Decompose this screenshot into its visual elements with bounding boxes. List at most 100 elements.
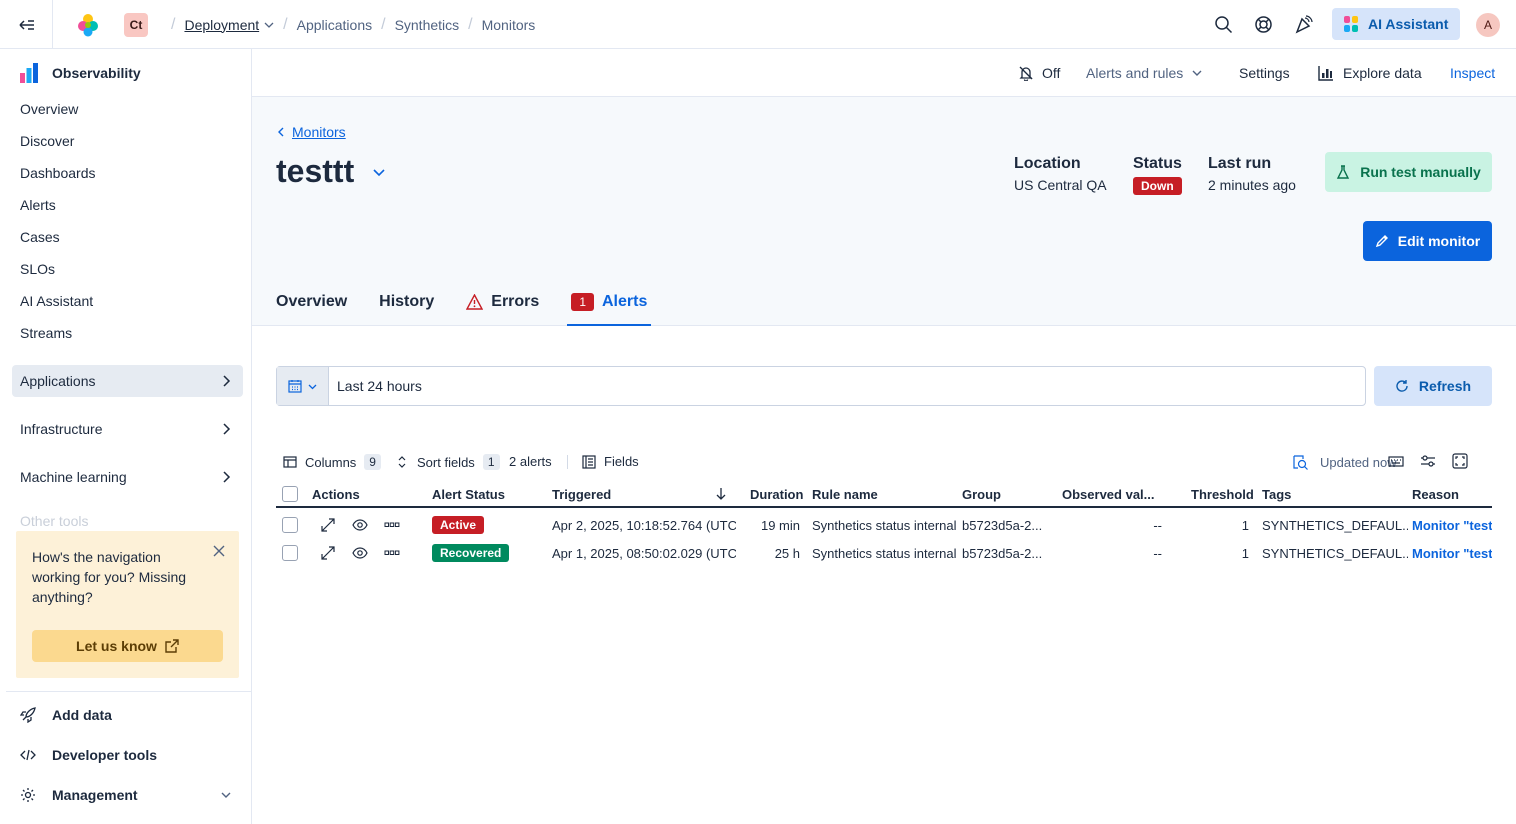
chevron-right-icon <box>223 423 231 435</box>
sidebar-item-overview[interactable]: Overview <box>20 101 78 117</box>
header-triggered[interactable]: Triggered <box>552 480 611 508</box>
sort-fields-button[interactable]: Sort fields 1 <box>395 454 500 470</box>
fields-button[interactable]: Fields <box>582 454 639 469</box>
tags-cell: SYNTHETICS_DEFAUL... <box>1262 517 1408 533</box>
expand-icon[interactable] <box>320 511 336 539</box>
inspect-link[interactable]: Inspect <box>1450 49 1495 97</box>
management-label: Management <box>52 787 138 803</box>
header-duration[interactable]: Duration <box>750 480 803 508</box>
expand-icon[interactable] <box>320 539 336 567</box>
elastic-logo-icon[interactable] <box>76 13 100 37</box>
more-actions-icon[interactable] <box>384 511 400 539</box>
header-tags[interactable]: Tags <box>1262 480 1291 508</box>
tab-alerts[interactable]: 1 Alerts <box>567 293 652 326</box>
rocket-icon <box>20 707 36 723</box>
search-icon[interactable] <box>1214 15 1233 34</box>
header-alert-status[interactable]: Alert Status <box>432 480 505 508</box>
refresh-label: Refresh <box>1418 378 1472 394</box>
tab-history[interactable]: History <box>379 293 434 326</box>
ai-assistant-button[interactable]: AI Assistant <box>1332 8 1460 40</box>
select-all-checkbox[interactable] <box>282 480 298 508</box>
user-avatar[interactable]: A <box>1476 13 1500 37</box>
row-checkbox[interactable] <box>282 539 298 567</box>
reason-link[interactable]: Monitor "testt <box>1412 539 1492 567</box>
back-to-monitors-link[interactable]: Monitors <box>276 124 346 140</box>
table-row: Recovered Apr 1, 2025, 08:50:02.029 (UTC… <box>276 539 1492 567</box>
chevron-down-icon[interactable] <box>264 20 274 30</box>
run-test-label: Run test manually <box>1360 164 1481 180</box>
breadcrumb-deployment[interactable]: Deployment <box>184 17 259 33</box>
eye-icon[interactable] <box>352 539 368 567</box>
sidebar-group-infrastructure[interactable]: Infrastructure <box>12 413 243 445</box>
reason-link[interactable]: Monitor "testt <box>1412 511 1492 539</box>
date-range-value[interactable]: Last 24 hours <box>337 378 422 394</box>
space-avatar[interactable]: Ct <box>124 13 148 37</box>
external-link-icon <box>165 639 179 653</box>
sidebar-item-dashboards[interactable]: Dashboards <box>20 165 96 181</box>
sidebar-developer-tools[interactable]: Developer tools <box>20 747 157 763</box>
keyboard-icon[interactable] <box>1388 453 1404 469</box>
quick-select-button[interactable] <box>277 367 329 405</box>
sidebar-item-ai-assistant[interactable]: AI Assistant <box>20 293 93 309</box>
sidebar-item-streams[interactable]: Streams <box>20 325 72 341</box>
sidebar-item-slos[interactable]: SLOs <box>20 261 55 277</box>
observed-cell: -- <box>1153 545 1162 561</box>
chevron-left-icon <box>278 127 284 137</box>
notifications-toggle[interactable]: Off <box>1018 49 1060 97</box>
news-feed-icon[interactable] <box>1294 15 1313 34</box>
row-checkbox[interactable] <box>282 511 298 539</box>
chevron-right-icon <box>223 375 231 387</box>
calendar-icon <box>288 380 302 393</box>
sort-desc-icon[interactable] <box>714 480 728 508</box>
fullscreen-icon[interactable] <box>1452 453 1468 469</box>
columns-button[interactable]: Columns 9 <box>283 454 381 470</box>
last-run-label: Last run <box>1208 155 1272 172</box>
sidebar-management[interactable]: Management <box>20 787 240 803</box>
let-us-know-button[interactable]: Let us know <box>32 630 223 662</box>
menu-collapse-icon[interactable] <box>18 16 36 34</box>
close-icon[interactable] <box>213 545 225 557</box>
header-reason[interactable]: Reason <box>1412 480 1459 508</box>
sidebar-item-cases[interactable]: Cases <box>20 229 60 245</box>
run-test-manually-button[interactable]: Run test manually <box>1325 152 1492 192</box>
sidebar-group-applications[interactable]: Applications <box>12 365 243 397</box>
header-rule-name[interactable]: Rule name <box>812 480 878 508</box>
tab-overview[interactable]: Overview <box>276 293 347 326</box>
threshold-cell: 1 <box>1241 517 1249 533</box>
header-threshold[interactable]: Threshold <box>1191 480 1254 508</box>
chevron-down-icon[interactable] <box>372 165 386 179</box>
help-icon[interactable] <box>1254 15 1273 34</box>
sidebar-item-discover[interactable]: Discover <box>20 133 74 149</box>
solution-title[interactable]: Observability <box>20 63 141 83</box>
last-run-value: 2 minutes ago <box>1208 177 1296 193</box>
tab-label: History <box>379 293 435 310</box>
page-title: testtt <box>276 153 386 190</box>
breadcrumb-applications[interactable]: Applications <box>297 17 373 33</box>
sidebar-item-alerts[interactable]: Alerts <box>20 197 56 213</box>
observed-cell: -- <box>1153 517 1162 533</box>
sort-count: 1 <box>482 454 500 470</box>
edit-monitor-button[interactable]: Edit monitor <box>1363 221 1492 261</box>
tags-cell: SYNTHETICS_DEFAUL... <box>1262 545 1408 561</box>
explore-data-link[interactable]: Explore data <box>1318 49 1422 97</box>
sidebar-group-other-tools[interactable]: Other tools <box>20 513 240 527</box>
alerts-and-rules-menu[interactable]: Alerts and rules <box>1086 49 1203 97</box>
breadcrumb-synthetics[interactable]: Synthetics <box>395 17 460 33</box>
header-observed-value[interactable]: Observed val... <box>1062 480 1155 508</box>
sidebar-group-machine-learning[interactable]: Machine learning <box>12 461 243 493</box>
tab-label: Overview <box>276 293 348 310</box>
sort-icon <box>398 456 406 468</box>
header-group[interactable]: Group <box>962 480 1001 508</box>
solution-title-label: Observability <box>52 65 141 81</box>
more-actions-icon[interactable] <box>384 539 400 567</box>
location-value: US Central QA <box>1014 177 1107 193</box>
settings-link[interactable]: Settings <box>1239 49 1290 97</box>
last-run-meta: Last run 2 minutes ago <box>1208 155 1296 193</box>
inspect-icon[interactable] <box>1292 454 1308 470</box>
tab-errors[interactable]: Errors <box>466 293 539 326</box>
sidebar-add-data[interactable]: Add data <box>20 707 112 723</box>
refresh-button[interactable]: Refresh <box>1374 366 1492 406</box>
feedback-message: How's the navigation working for you? Mi… <box>32 549 187 605</box>
display-settings-icon[interactable] <box>1420 453 1436 469</box>
eye-icon[interactable] <box>352 511 368 539</box>
